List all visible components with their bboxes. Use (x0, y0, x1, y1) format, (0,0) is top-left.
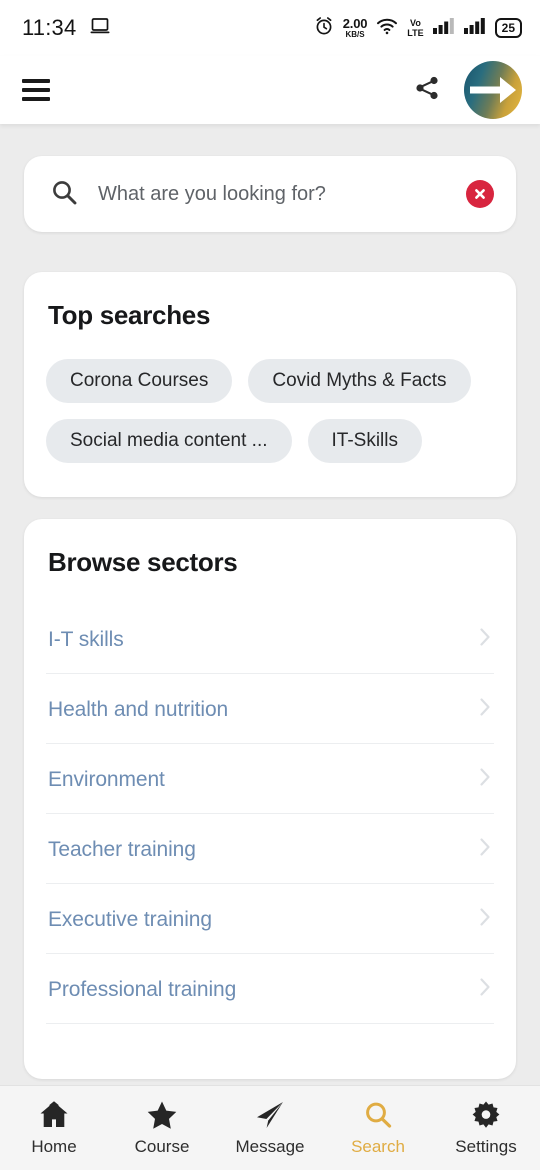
app-bar (0, 56, 540, 124)
sidebar-item-teacher-training[interactable]: Teacher training (46, 814, 494, 884)
volte-icon: Vo LTE (407, 17, 424, 38)
chevron-right-icon (478, 976, 492, 1003)
signal-bars-icon-2 (463, 17, 486, 39)
volte-line-1: Vo (410, 17, 421, 28)
hamburger-bar (22, 79, 50, 83)
wifi-icon (376, 17, 398, 40)
scroll-content[interactable]: Top searches Corona Courses Covid Myths … (0, 124, 540, 1170)
home-icon (38, 1100, 70, 1130)
sidebar-item-environment[interactable]: Environment (46, 744, 494, 814)
search-icon[interactable] (50, 178, 78, 211)
network-speed-indicator: 2.00 KB/S (343, 17, 368, 39)
hamburger-bar (22, 88, 50, 92)
sector-label: Environment (48, 767, 165, 791)
top-search-chip[interactable]: Covid Myths & Facts (248, 359, 471, 403)
sidebar-item-it-skills[interactable]: I-T skills (46, 604, 494, 674)
nav-item-home[interactable]: Home (0, 1100, 108, 1157)
network-speed-unit: KB/S (345, 30, 365, 39)
status-bar-right: 2.00 KB/S Vo LTE 25 (314, 16, 522, 41)
nav-item-message[interactable]: Message (216, 1100, 324, 1157)
top-search-chip[interactable]: Social media content ... (46, 419, 292, 463)
status-bar: 11:34 2.00 KB/S Vo LTE 25 (0, 0, 540, 56)
sector-label: Teacher training (48, 837, 196, 861)
top-searches-card: Top searches Corona Courses Covid Myths … (24, 272, 516, 497)
sector-label: Professional training (48, 977, 237, 1001)
top-search-chip[interactable]: Corona Courses (46, 359, 233, 403)
hamburger-menu-icon[interactable] (22, 79, 50, 101)
brand-arrow-icon (470, 77, 516, 103)
search-icon (362, 1100, 394, 1130)
chevron-right-icon (478, 906, 492, 933)
clear-search-button[interactable] (466, 180, 494, 208)
status-bar-left: 11:34 (22, 15, 112, 41)
laptop-cast-icon (90, 17, 112, 40)
chevron-right-icon (478, 766, 492, 793)
battery-indicator: 25 (494, 17, 522, 39)
avatar[interactable] (464, 61, 522, 119)
bottom-navigation-bar: Home Course Message Search Settings (0, 1085, 540, 1170)
hamburger-bar (22, 97, 50, 101)
star-icon (146, 1100, 178, 1130)
sector-label: Executive training (48, 907, 212, 931)
browse-sectors-card: Browse sectors I-T skills Health and nut… (24, 519, 516, 1079)
paper-plane-icon (254, 1100, 286, 1130)
top-searches-title: Top searches (48, 300, 211, 330)
search-input[interactable] (98, 182, 446, 206)
signal-bars-icon-1 (432, 17, 455, 39)
sidebar-item-health-and-nutrition[interactable]: Health and nutrition (46, 674, 494, 744)
search-bar[interactable] (24, 156, 516, 232)
close-icon (475, 189, 485, 199)
alarm-clock-icon (314, 16, 334, 41)
nav-item-settings[interactable]: Settings (432, 1100, 540, 1157)
top-search-chip[interactable]: IT-Skills (307, 419, 422, 463)
sector-label: Health and nutrition (48, 697, 229, 721)
network-speed-value: 2.00 (342, 16, 368, 31)
sector-list: I-T skills Health and nutrition Environm… (46, 604, 494, 1024)
nav-item-search[interactable]: Search (324, 1100, 432, 1157)
nav-item-course[interactable]: Course (108, 1100, 216, 1157)
nav-label: Home (31, 1136, 77, 1156)
chip-row: Social media content ... IT-Skills (46, 419, 494, 463)
share-icon[interactable] (412, 73, 442, 108)
nav-label: Settings (455, 1136, 517, 1156)
chip-row: Corona Courses Covid Myths & Facts (46, 359, 494, 403)
chevron-right-icon (478, 836, 492, 863)
chevron-right-icon (478, 696, 492, 723)
nav-label: Course (134, 1136, 190, 1156)
gear-icon (470, 1100, 502, 1130)
top-searches-chips: Corona Courses Covid Myths & Facts Socia… (46, 359, 494, 463)
browse-sectors-title: Browse sectors (48, 547, 238, 577)
sidebar-item-professional-training[interactable]: Professional training (46, 954, 494, 1024)
sector-label: I-T skills (48, 627, 124, 651)
nav-label: Message (235, 1136, 305, 1156)
volte-line-2: LTE (407, 27, 424, 38)
status-time: 11:34 (22, 15, 77, 40)
nav-label: Search (351, 1136, 405, 1156)
app-bar-actions (412, 61, 522, 119)
chevron-right-icon (478, 626, 492, 653)
sidebar-item-executive-training[interactable]: Executive training (46, 884, 494, 954)
